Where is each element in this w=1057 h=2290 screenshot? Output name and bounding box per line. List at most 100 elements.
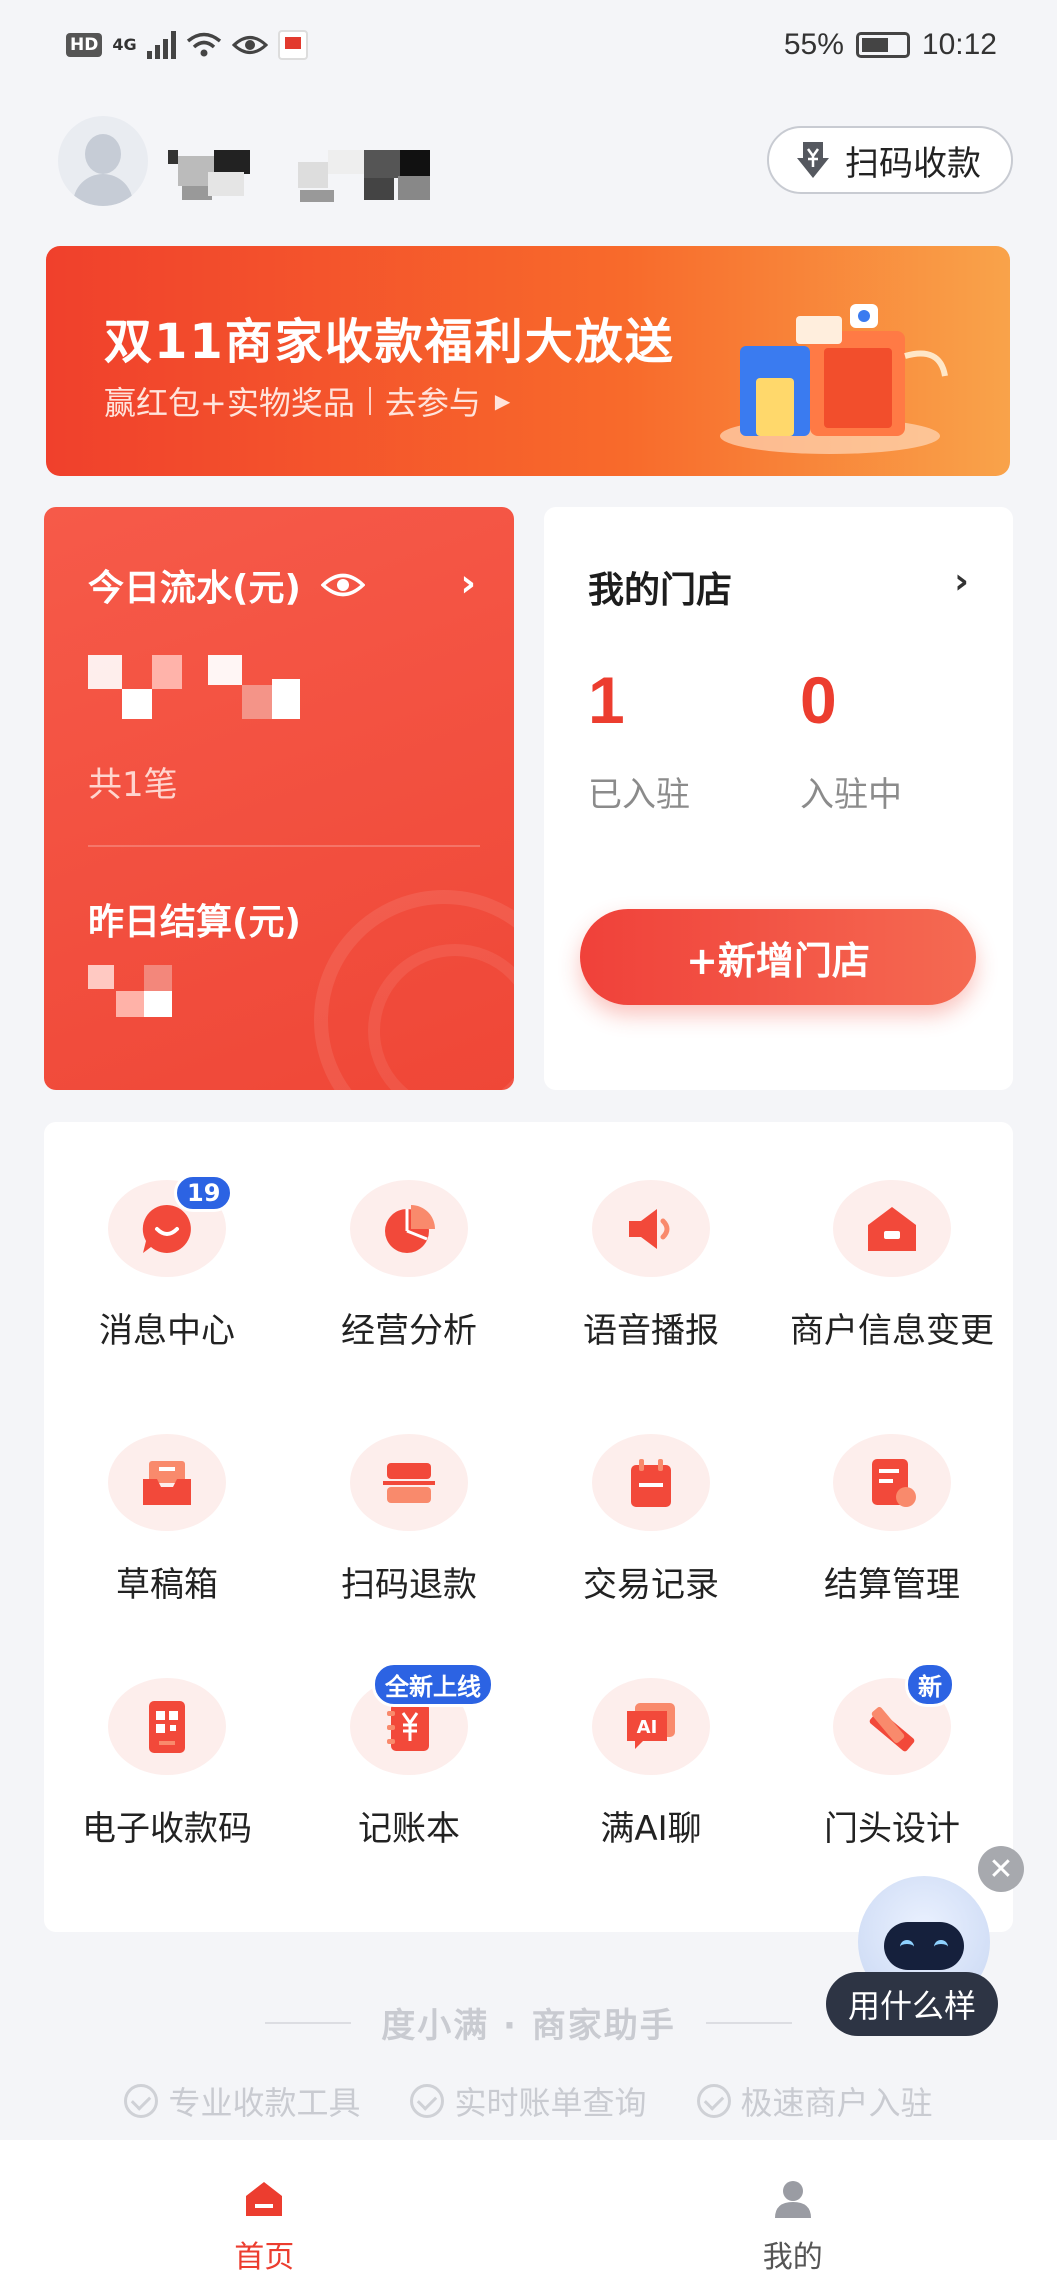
battery-icon xyxy=(855,32,910,58)
assistant-bubble[interactable]: 用什么样 xyxy=(826,1972,999,2036)
feature-label: 极速商户入驻 xyxy=(740,2084,933,2122)
revenue-card[interactable]: 今日流水(元) › 共1笔 昨日结算(元) xyxy=(44,507,514,1090)
close-icon[interactable]: ✕ xyxy=(978,1846,1024,1892)
menu-item-ledger[interactable]: 全新上线 记账本 xyxy=(288,1620,530,1850)
scan-pay-label: 扫码收款 xyxy=(845,143,981,184)
app-notification-icon xyxy=(277,30,308,60)
menu-item-storefront-design[interactable]: 新 门头设计 xyxy=(771,1620,1013,1850)
add-store-button[interactable]: +新增门店 xyxy=(580,909,976,1005)
feature-item: 专业收款工具 xyxy=(124,2078,360,2124)
brand-name: 度小满 · 商家助手 xyxy=(381,2006,676,2046)
menu-item-settlement-management[interactable]: 结算管理 xyxy=(771,1376,1013,1606)
tab-mine[interactable]: 我的 xyxy=(529,2140,1057,2290)
menu-panel: 19 消息中心 经营分析 语音播报 商户信息变更 草稿箱 扫码退款 交易记录 结… xyxy=(44,1122,1013,1932)
menu-label: 扫码退款 xyxy=(341,1565,477,1605)
menu-label: 电子收款码 xyxy=(82,1809,252,1849)
stat-settled[interactable]: 1 已入驻 xyxy=(588,667,690,816)
menu-label: 交易记录 xyxy=(583,1565,719,1605)
avatar[interactable] xyxy=(58,116,148,206)
menu-label: 满AI聊 xyxy=(600,1809,702,1849)
store-icon xyxy=(868,1206,916,1251)
menu-label: 门头设计 xyxy=(824,1809,960,1849)
yesterday-settlement-label: 昨日结算(元) xyxy=(88,902,301,943)
settlement-icon xyxy=(872,1458,916,1507)
design-icon xyxy=(869,1706,915,1751)
new-badge: 新 xyxy=(905,1662,955,1707)
yen-download-icon xyxy=(797,142,829,178)
banner-cta[interactable]: 去参与 xyxy=(385,378,481,424)
eye-comfort-icon xyxy=(231,36,268,54)
status-right: 55% 10:12 xyxy=(784,28,997,62)
menu-item-transaction-records[interactable]: 交易记录 xyxy=(530,1376,772,1606)
menu-label: 草稿箱 xyxy=(116,1565,218,1605)
divider xyxy=(88,845,480,847)
menu-label: 经营分析 xyxy=(341,1311,477,1351)
menu-item-voice-broadcast[interactable]: 语音播报 xyxy=(530,1122,772,1352)
tab-label: 我的 xyxy=(762,2240,823,2275)
check-circle-icon xyxy=(410,2084,445,2118)
menu-item-merchant-info-change[interactable]: 商户信息变更 xyxy=(771,1122,1013,1352)
feature-item: 实时账单查询 xyxy=(410,2078,647,2124)
status-bar: HD 4G 55% 10:12 xyxy=(0,0,1057,90)
store-card[interactable]: 我的门店 › 1 已入驻 0 入驻中 +新增门店 xyxy=(544,507,1013,1090)
gift-box-illustration xyxy=(720,304,948,454)
banner-title: 双11商家收款福利大放送 xyxy=(104,314,675,370)
stat-value: 0 xyxy=(800,663,837,737)
tab-home[interactable]: 首页 xyxy=(0,2140,529,2290)
bottom-nav: 首页 我的 xyxy=(0,2140,1057,2290)
stat-label: 已入驻 xyxy=(588,775,690,815)
battery-percent: 55% xyxy=(783,28,844,61)
clock: 10:12 xyxy=(921,28,997,61)
menu-item-ai-chat[interactable]: AI 满AI聊 xyxy=(530,1620,772,1850)
calendar-icon xyxy=(631,1458,671,1507)
new-launch-badge: 全新上线 xyxy=(372,1662,494,1707)
chevron-right-icon[interactable]: › xyxy=(460,561,476,605)
scan-refund-icon xyxy=(383,1462,435,1503)
user-name-redacted xyxy=(168,150,468,202)
ai-chat-icon: AI xyxy=(627,1702,675,1749)
pie-chart-icon xyxy=(385,1204,435,1253)
chevron-right-icon[interactable]: › xyxy=(954,561,969,602)
menu-item-drafts[interactable]: 草稿箱 xyxy=(46,1376,288,1606)
check-circle-icon xyxy=(124,2084,159,2118)
tab-label: 首页 xyxy=(234,2240,295,2275)
stat-value: 1 xyxy=(588,663,625,737)
qr-code-icon xyxy=(149,1700,185,1753)
menu-item-business-analysis[interactable]: 经营分析 xyxy=(288,1122,530,1352)
menu-label: 消息中心 xyxy=(99,1311,235,1351)
menu-label: 记账本 xyxy=(358,1809,460,1849)
feature-label: 专业收款工具 xyxy=(168,2084,361,2122)
signal-icon xyxy=(146,31,176,59)
feature-item: 极速商户入驻 xyxy=(696,2078,933,2124)
banner-subtitle-row: 赢红包+实物奖品 去参与 ▶ xyxy=(104,378,510,424)
hd-indicator: HD xyxy=(66,33,103,57)
inbox-icon xyxy=(143,1460,191,1505)
unread-badge: 19 xyxy=(174,1174,234,1212)
today-revenue-label: 今日流水(元) xyxy=(88,568,301,609)
network-type: 4G xyxy=(112,35,137,54)
header: 扫码收款 xyxy=(0,110,1057,220)
menu-label: 语音播报 xyxy=(583,1311,719,1351)
feature-row: 专业收款工具 实时账单查询 极速商户入驻 xyxy=(0,2078,1057,2124)
home-icon xyxy=(246,2182,283,2216)
wifi-icon xyxy=(186,32,221,57)
promo-banner[interactable]: 双11商家收款福利大放送 赢红包+实物奖品 去参与 ▶ xyxy=(46,246,1010,476)
status-left: HD 4G xyxy=(66,30,308,60)
store-card-title: 我的门店 xyxy=(588,570,733,611)
scan-pay-button[interactable]: 扫码收款 xyxy=(767,126,1013,194)
menu-label: 商户信息变更 xyxy=(790,1311,994,1351)
menu-item-scan-refund[interactable]: 扫码退款 xyxy=(288,1376,530,1606)
floating-assistant[interactable]: 用什么样 xyxy=(826,1876,1026,2036)
today-amount-redacted xyxy=(88,655,368,725)
check-circle-icon xyxy=(696,2084,731,2118)
menu-item-message-center[interactable]: 19 消息中心 xyxy=(46,1122,288,1352)
stat-pending[interactable]: 0 入驻中 xyxy=(800,667,902,816)
menu-item-e-payment-code[interactable]: 电子收款码 xyxy=(46,1620,288,1850)
profile-icon xyxy=(774,2181,811,2218)
banner-subtitle: 赢红包+实物奖品 xyxy=(104,384,355,422)
today-revenue-title: 今日流水(元) xyxy=(88,559,365,611)
play-arrow-icon: ▶ xyxy=(494,389,511,413)
svg-text:AI: AI xyxy=(637,1717,658,1738)
feature-label: 实时账单查询 xyxy=(454,2084,647,2122)
eye-icon[interactable] xyxy=(320,570,365,600)
